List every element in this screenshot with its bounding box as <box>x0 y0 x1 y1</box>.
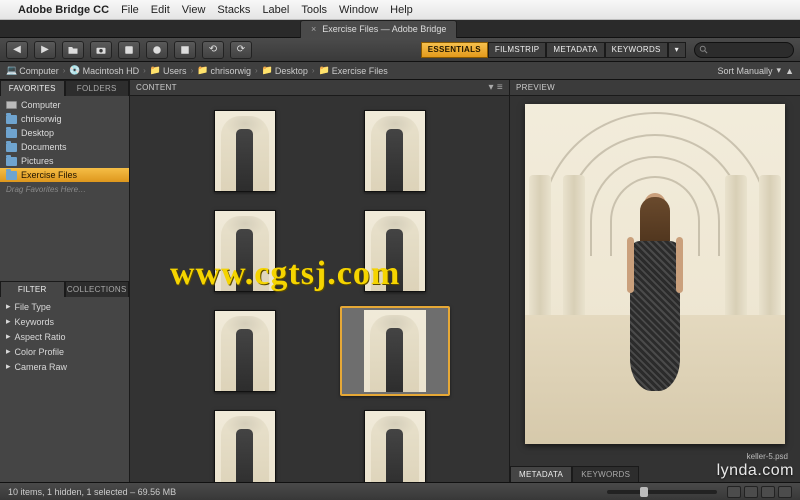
tab-metadata[interactable]: METADATA <box>510 466 572 482</box>
menu-edit[interactable]: Edit <box>151 4 170 16</box>
filter-camera-raw[interactable]: ▸ Camera Raw <box>0 359 129 374</box>
favorite-documents[interactable]: Documents <box>0 140 129 154</box>
slider-knob[interactable] <box>640 487 648 497</box>
filter-keywords[interactable]: ▸ Keywords <box>0 314 129 329</box>
tab-folders[interactable]: FOLDERS <box>65 80 130 96</box>
menu-window[interactable]: Window <box>339 4 378 16</box>
tab-keywords-lower[interactable]: KEYWORDS <box>572 466 639 482</box>
sidebar: FAVORITES FOLDERS Computer chrisorwig De… <box>0 80 130 482</box>
menu-tools[interactable]: Tools <box>301 4 327 16</box>
tab-collections[interactable]: COLLECTIONS <box>65 281 130 297</box>
thumbnail-selected[interactable] <box>340 306 450 396</box>
refine-button[interactable] <box>118 41 140 59</box>
crumb-desktop[interactable]: 📁 Desktop <box>262 65 308 76</box>
folder-icon <box>6 157 17 166</box>
favorite-user[interactable]: chrisorwig <box>0 112 129 126</box>
reveal-recent-button[interactable] <box>62 41 84 59</box>
thumbnail-size-slider[interactable] <box>607 490 717 494</box>
thumbnail[interactable] <box>364 110 426 192</box>
sort-control[interactable]: Sort Manually ▾ ▲ <box>718 65 794 76</box>
preview-panel-title: PREVIEW <box>516 83 555 92</box>
favorite-exercise-files[interactable]: Exercise Files <box>0 168 129 182</box>
rotate-ccw-button[interactable]: ⟲ <box>202 41 224 59</box>
figure-subject <box>627 193 683 403</box>
breadcrumb: 💻 Computer› 💿 Macintosh HD› 📁 Users› 📁 c… <box>6 65 388 76</box>
app-name: Adobe Bridge CC <box>18 4 109 16</box>
crumb-computer[interactable]: 💻 Computer <box>6 65 59 76</box>
output-button[interactable] <box>174 41 196 59</box>
thumbnail[interactable] <box>214 410 276 482</box>
menu-label[interactable]: Label <box>262 4 289 16</box>
search-icon <box>699 45 709 55</box>
folder-icon <box>6 115 17 124</box>
breadcrumb-bar: 💻 Computer› 💿 Macintosh HD› 📁 Users› 📁 c… <box>0 62 800 80</box>
favorite-computer[interactable]: Computer <box>0 98 129 112</box>
thumbnail[interactable] <box>364 210 426 292</box>
mac-menubar: Adobe Bridge CC File Edit View Stacks La… <box>0 0 800 20</box>
status-text: 10 items, 1 hidden, 1 selected – 69.56 M… <box>8 487 176 497</box>
rotate-cw-button[interactable]: ⟳ <box>230 41 252 59</box>
filter-list: ▸ File Type ▸ Keywords ▸ Aspect Ratio ▸ … <box>0 297 129 482</box>
crumb-disk[interactable]: 💿 Macintosh HD <box>69 65 139 76</box>
workspace-more[interactable]: ▾ <box>668 42 686 58</box>
camera-import-button[interactable] <box>90 41 112 59</box>
favorite-desktop[interactable]: Desktop <box>0 126 129 140</box>
chevron-down-icon: ▾ <box>777 65 782 76</box>
sort-label: Sort Manually <box>718 66 773 76</box>
workspace-metadata[interactable]: METADATA <box>546 42 604 58</box>
main: FAVORITES FOLDERS Computer chrisorwig De… <box>0 80 800 482</box>
open-camera-raw-button[interactable] <box>146 41 168 59</box>
folder-icon <box>6 143 17 152</box>
corner-watermark: lynda.com <box>717 462 794 480</box>
document-tab-bar: × Exercise Files — Adobe Bridge <box>0 20 800 38</box>
crumb-user[interactable]: 📁 chrisorwig <box>197 65 251 76</box>
sort-direction-toggle[interactable]: ▲ <box>785 66 794 76</box>
workspace-essentials[interactable]: ESSENTIALS <box>421 42 488 58</box>
menu-stacks[interactable]: Stacks <box>217 4 250 16</box>
nav-forward-button[interactable]: ▶ <box>34 41 56 59</box>
view-details-icon[interactable] <box>761 486 775 498</box>
menu-help[interactable]: Help <box>390 4 413 16</box>
menu-file[interactable]: File <box>121 4 139 16</box>
thumbnail-grid <box>130 96 509 482</box>
view-thumbs-icon[interactable] <box>744 486 758 498</box>
nav-back-button[interactable]: ◀ <box>6 41 28 59</box>
document-tab[interactable]: × Exercise Files — Adobe Bridge <box>300 20 457 38</box>
content-panel: CONTENT ▾ ≡ <box>130 80 510 482</box>
document-tab-title: Exercise Files — Adobe Bridge <box>322 24 446 34</box>
favorites-list: Computer chrisorwig Desktop Documents Pi… <box>0 96 129 281</box>
drag-favorites-hint: Drag Favorites Here… <box>0 182 129 197</box>
menu-view[interactable]: View <box>182 4 206 16</box>
preview-image[interactable] <box>525 104 785 444</box>
thumbnail[interactable] <box>214 210 276 292</box>
toolbar: ◀ ▶ ⟲ ⟳ ESSENTIALS FILMSTRIP METADATA KE… <box>0 38 800 62</box>
folder-icon <box>6 171 17 180</box>
folder-icon <box>6 129 17 138</box>
filter-aspect-ratio[interactable]: ▸ Aspect Ratio <box>0 329 129 344</box>
filter-file-type[interactable]: ▸ File Type <box>0 299 129 314</box>
tab-filter[interactable]: FILTER <box>0 281 65 297</box>
thumbnail[interactable] <box>214 110 276 192</box>
workspace-keywords[interactable]: KEYWORDS <box>605 42 668 58</box>
tab-favorites[interactable]: FAVORITES <box>0 80 65 96</box>
view-list-icon[interactable] <box>778 486 792 498</box>
thumbnail[interactable] <box>364 410 426 482</box>
favorite-pictures[interactable]: Pictures <box>0 154 129 168</box>
search-input[interactable] <box>694 42 794 58</box>
crumb-folder[interactable]: 📁 Exercise Files <box>319 65 388 76</box>
close-icon[interactable]: × <box>311 24 316 34</box>
thumbnail[interactable] <box>214 310 276 392</box>
preview-panel: PREVIEW keller-5.psd METADATA KEYWORDS <box>510 80 800 482</box>
workspace-filmstrip[interactable]: FILMSTRIP <box>488 42 546 58</box>
view-grid-lock-icon[interactable] <box>727 486 741 498</box>
crumb-users[interactable]: 📁 Users <box>150 65 187 76</box>
content-panel-title: CONTENT <box>136 83 177 92</box>
status-bar: 10 items, 1 hidden, 1 selected – 69.56 M… <box>0 482 800 500</box>
filter-color-profile[interactable]: ▸ Color Profile <box>0 344 129 359</box>
computer-icon <box>6 101 17 109</box>
panel-menu-icon[interactable]: ▾ ≡ <box>488 82 503 93</box>
